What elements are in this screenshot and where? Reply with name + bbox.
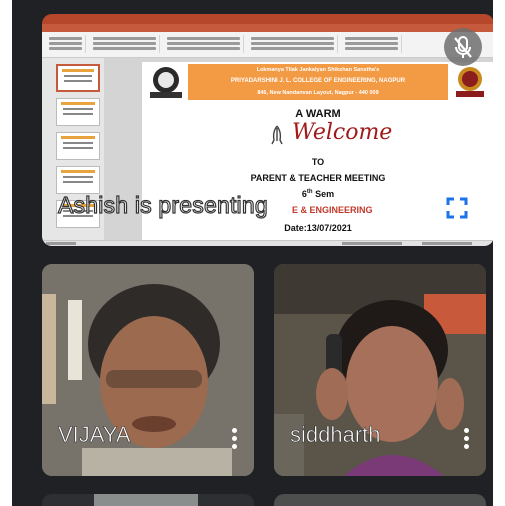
naac-logo xyxy=(456,67,484,97)
ribbon-toolbar xyxy=(42,32,493,58)
college-banner: Lokmanya Tilak Jankalyan Shikshan Sansth… xyxy=(142,64,493,100)
mute-button[interactable] xyxy=(444,28,482,66)
banner-text-block: Lokmanya Tilak Jankalyan Shikshan Sansth… xyxy=(188,64,448,100)
ribbon-tabs xyxy=(42,24,493,32)
presentation-tile[interactable]: Lokmanya Tilak Jankalyan Shikshan Sansth… xyxy=(42,14,493,246)
presenter-caption: Ashish is presenting xyxy=(57,191,268,218)
more-vert-icon[interactable] xyxy=(456,426,476,452)
college-logo xyxy=(150,67,182,98)
app-status-bar xyxy=(42,240,493,246)
fullscreen-icon xyxy=(446,197,468,219)
app-title-bar xyxy=(42,14,493,24)
slide-heading-warm: A WARM xyxy=(295,108,341,120)
slide-welcome: Welcome xyxy=(292,120,393,145)
banner-line-3: 846, New Nandanvan Layout, Nagpur - 440 … xyxy=(257,90,379,96)
slide-thumbnail xyxy=(56,166,100,194)
slide-department: E & ENGINEERING xyxy=(292,205,373,215)
participant-tile-2[interactable]: siddharth xyxy=(274,264,486,476)
banner-line-1: Lokmanya Tilak Jankalyan Shikshan Sansth… xyxy=(256,67,380,73)
more-vert-icon[interactable] xyxy=(224,426,244,452)
participant-name: VIJAYA xyxy=(58,422,131,448)
participant-name: siddharth xyxy=(290,422,381,448)
participant-tile-1[interactable]: VIJAYA xyxy=(42,264,254,476)
slide-thumbnail xyxy=(56,98,100,126)
slide-meeting-title: PARENT & TEACHER MEETING xyxy=(250,173,386,183)
meeting-stage: Lokmanya Tilak Jankalyan Shikshan Sansth… xyxy=(12,0,493,506)
participant-tile-4[interactable] xyxy=(274,494,486,506)
mic-off-icon xyxy=(454,36,472,58)
participant-tile-3[interactable] xyxy=(42,494,254,506)
slide-thumbnail xyxy=(56,64,100,92)
slide-to: TO xyxy=(311,157,325,167)
slide-thumbnail xyxy=(56,132,100,160)
fullscreen-button[interactable] xyxy=(434,185,480,231)
banner-line-2: PRIYADARSHINI J. L. COLLEGE OF ENGINEERI… xyxy=(230,78,406,84)
namaste-icon xyxy=(271,125,283,145)
